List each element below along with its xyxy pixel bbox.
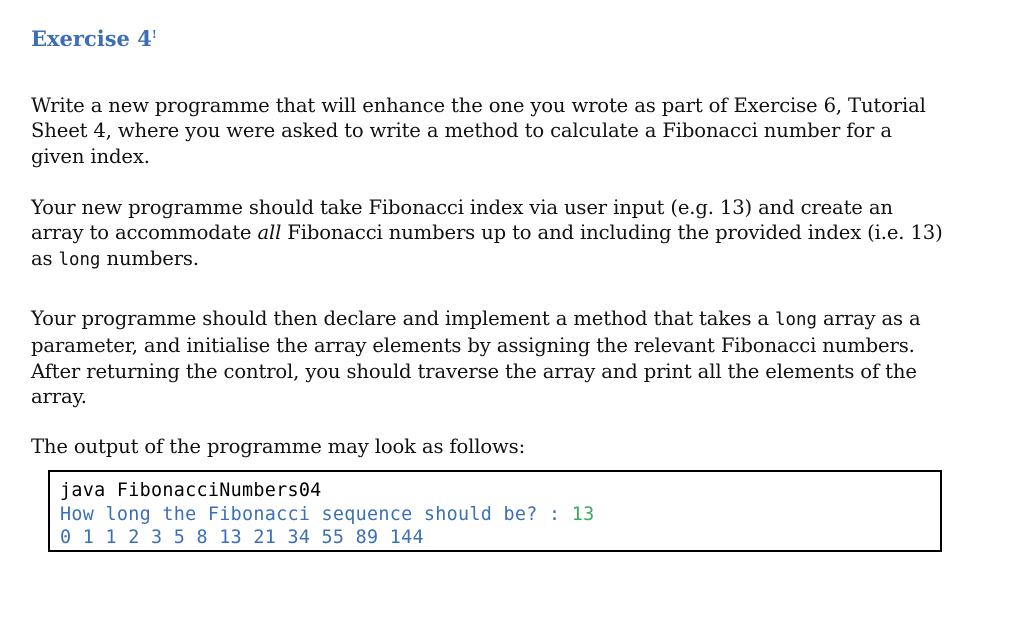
paragraph-2-code-keyword: long (58, 249, 101, 270)
page-title-superscript: ! (151, 28, 157, 42)
console-prompt-line: How long the Fibonacci sequence should b… (60, 503, 940, 527)
paragraph-3-code-keyword: long (775, 309, 817, 330)
paragraph-3-text-a: Your programme should then declare and i… (31, 306, 776, 330)
console-result-line: 0 1 1 2 3 5 8 13 21 34 55 89 144 (60, 527, 424, 548)
console-prompt-text: How long the Fibonacci sequence should b… (60, 503, 572, 525)
paragraph-1-text: Write a new programme that will enhance … (31, 93, 926, 168)
page-title: Exercise 4! (31, 26, 157, 52)
console-command-line: java FibonacciNumbers04 (60, 480, 322, 501)
paragraph-1: Write a new programme that will enhance … (31, 93, 943, 170)
paragraph-2-text-c: numbers. (100, 246, 199, 270)
document-page: Exercise 4! Write a new programme that w… (0, 0, 1026, 638)
paragraph-2: Your new programme should take Fibonacci… (31, 195, 943, 274)
page-title-text: Exercise 4 (31, 26, 152, 52)
paragraph-3: Your programme should then declare and i… (31, 306, 943, 410)
console-entered-value: 13 (571, 503, 595, 525)
paragraph-4: The output of the programme may look as … (31, 434, 943, 460)
paragraph-2-emphasis: all (257, 221, 282, 245)
console-output-box: java FibonacciNumbers04 How long the Fib… (48, 470, 942, 552)
paragraph-4-text: The output of the programme may look as … (31, 434, 526, 458)
